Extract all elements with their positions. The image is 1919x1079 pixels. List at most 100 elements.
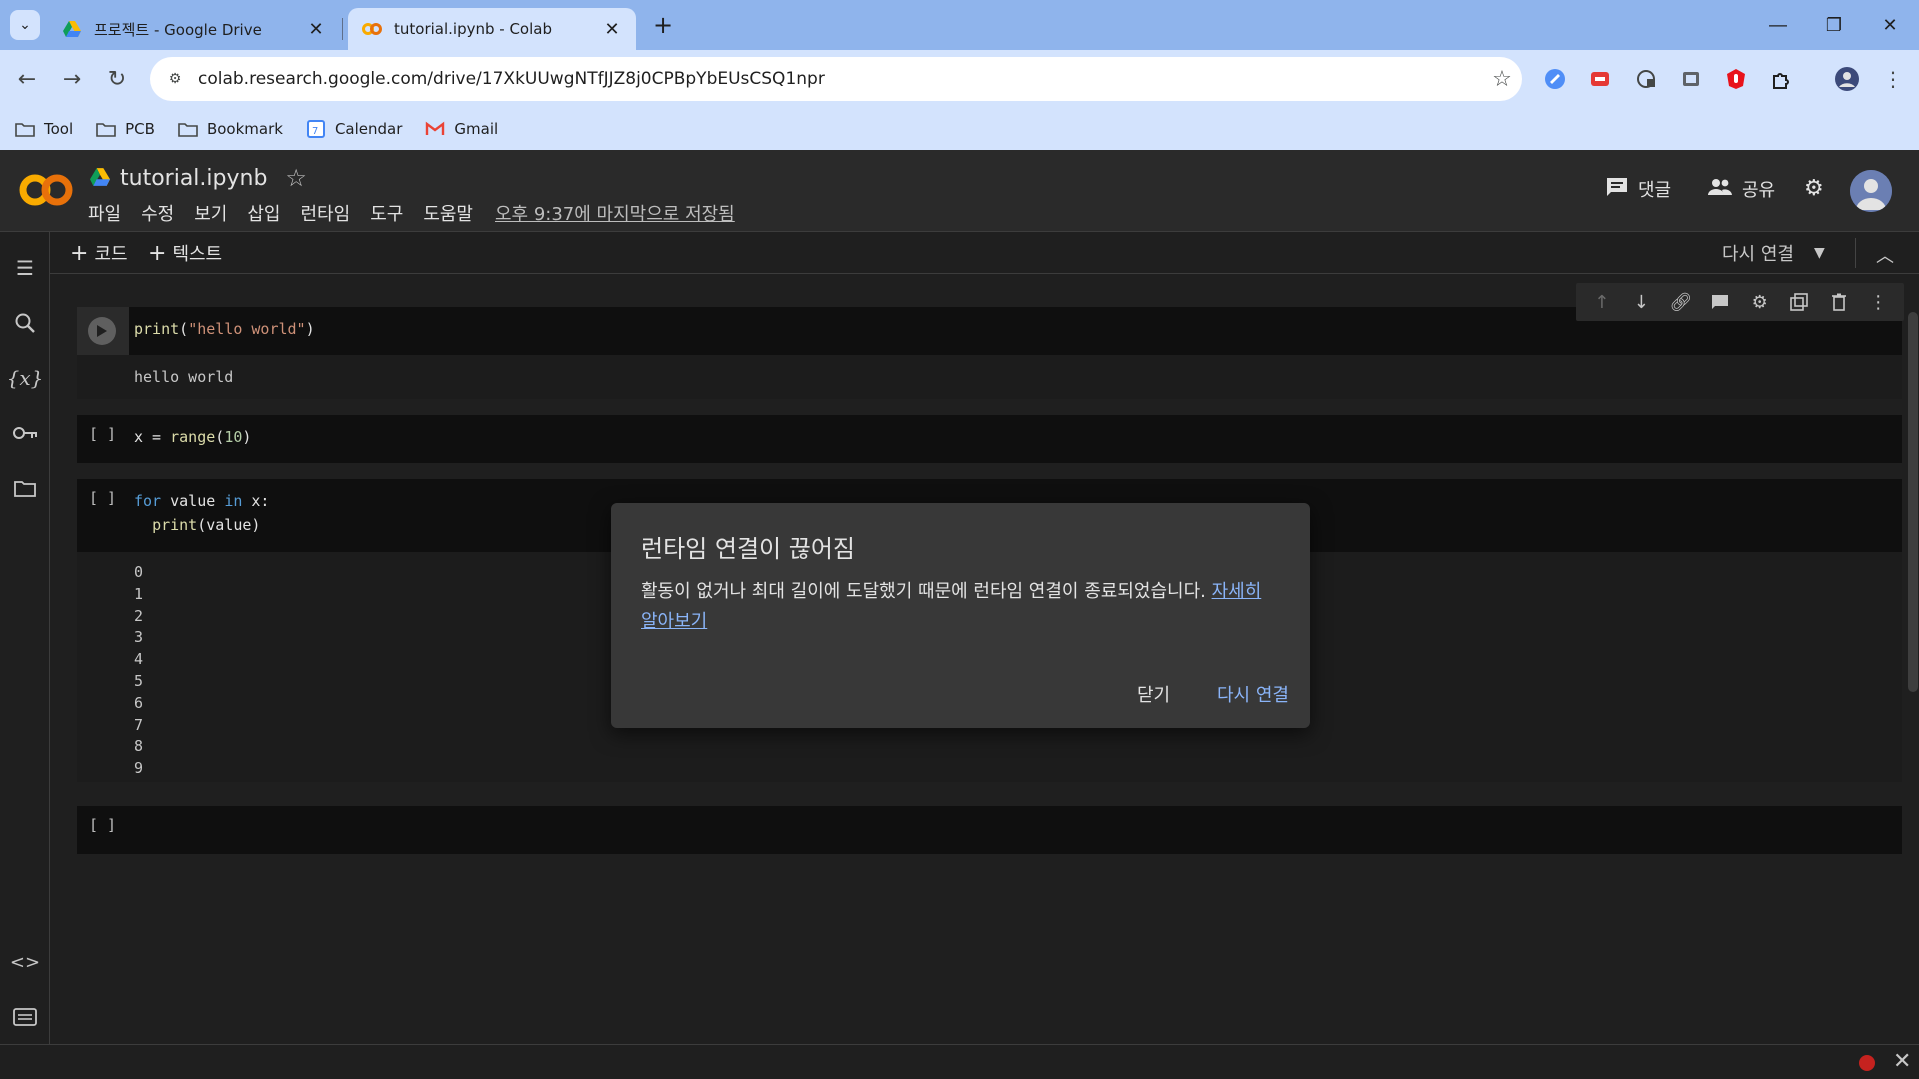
left-sidebar: ☰ {x} <> xyxy=(0,232,50,1044)
search-icon[interactable] xyxy=(11,309,39,337)
more-vert-icon[interactable]: ⋮ xyxy=(1865,289,1891,315)
extension-film-icon[interactable] xyxy=(1676,64,1706,94)
plus-icon: + xyxy=(148,240,167,266)
extensions-puzzle-icon[interactable] xyxy=(1766,64,1796,94)
move-up-arrow-icon[interactable]: ↑ xyxy=(1589,289,1615,315)
window-close-icon[interactable]: ✕ xyxy=(1862,0,1918,50)
bookmark-gmail[interactable]: Gmail xyxy=(424,120,498,138)
minimize-icon[interactable]: ― xyxy=(1750,0,1806,50)
dialog-title: 런타임 연결이 끊어짐 xyxy=(641,535,855,563)
cell-code[interactable]: print("hello world") xyxy=(134,317,315,341)
user-avatar[interactable] xyxy=(1850,170,1892,212)
dialog-reconnect-button[interactable]: 다시 연결 xyxy=(1217,681,1289,707)
browser-tab-strip: ⌄ 프로젝트 - Google Drive ✕ tutorial.ipynb -… xyxy=(0,0,1919,50)
caret-down-icon[interactable]: ▼ xyxy=(1814,245,1825,261)
site-info-icon[interactable]: ⚙ xyxy=(162,66,188,92)
add-code-label: 코드 xyxy=(94,244,128,265)
bookmark-label: Calendar xyxy=(334,120,403,138)
close-icon[interactable]: ✕ xyxy=(1893,1049,1911,1074)
table-of-contents-icon[interactable]: ☰ xyxy=(11,254,39,282)
tab-title: 프로젝트 - Google Drive xyxy=(94,20,262,39)
variables-icon[interactable]: {x} xyxy=(7,364,44,392)
add-text-button[interactable]: + 텍스트 xyxy=(148,240,222,266)
code-cell-2[interactable]: [ ] x = range(10) xyxy=(77,415,1902,463)
play-icon xyxy=(97,325,107,337)
dialog-close-button[interactable]: 닫기 xyxy=(1137,681,1170,707)
menu-insert[interactable]: 삽입 xyxy=(247,200,280,226)
reload-icon[interactable]: ↻ xyxy=(100,62,134,96)
menu-file[interactable]: 파일 xyxy=(88,200,121,226)
comment-icon xyxy=(1606,177,1628,202)
browser-tab-drive[interactable]: 프로젝트 - Google Drive ✕ xyxy=(48,8,340,50)
delete-trash-icon[interactable] xyxy=(1826,289,1852,315)
folder-icon xyxy=(177,120,199,138)
toolbar-divider xyxy=(1855,238,1856,268)
reconnect-button[interactable]: 다시 연결 ▼ xyxy=(1722,240,1825,266)
share-label: 공유 xyxy=(1742,180,1776,201)
output-text: hello world xyxy=(134,368,234,386)
google-calendar-icon: 7 xyxy=(305,120,327,138)
cell-code[interactable]: x = range(10) xyxy=(134,425,251,449)
url-text[interactable]: colab.research.google.com/drive/17XkUUwg… xyxy=(198,69,1482,89)
move-down-arrow-icon[interactable]: ↓ xyxy=(1628,289,1654,315)
bookmark-label: Bookmark xyxy=(206,120,283,138)
adblock-icon[interactable] xyxy=(1721,64,1751,94)
browser-menu-icon[interactable]: ⋮ xyxy=(1878,64,1908,94)
share-button[interactable]: 공유 xyxy=(1708,176,1775,202)
menu-runtime[interactable]: 런타임 xyxy=(301,200,351,226)
close-icon[interactable]: ✕ xyxy=(306,19,326,40)
chevron-down-icon: ⌄ xyxy=(19,17,31,33)
restore-icon[interactable]: ❐ xyxy=(1806,0,1862,50)
menu-help[interactable]: 도움말 xyxy=(423,200,473,226)
profile-avatar-icon[interactable] xyxy=(1832,64,1862,94)
bookmark-pcb[interactable]: PCB xyxy=(95,120,155,138)
forward-arrow-icon[interactable]: → xyxy=(55,62,89,96)
people-icon xyxy=(1708,178,1732,201)
browser-tab-colab[interactable]: tutorial.ipynb - Colab ✕ xyxy=(348,8,636,50)
secrets-key-icon[interactable] xyxy=(11,419,39,447)
comments-button[interactable]: 댓글 xyxy=(1606,176,1671,202)
folder-icon xyxy=(95,120,117,138)
code-snippets-icon[interactable]: <> xyxy=(10,948,40,976)
add-code-button[interactable]: + 코드 xyxy=(70,240,128,266)
tab-search-button[interactable]: ⌄ xyxy=(10,10,40,40)
bookmark-bookmark[interactable]: Bookmark xyxy=(177,120,283,138)
bookmark-label: PCB xyxy=(125,120,155,138)
google-drive-icon[interactable] xyxy=(90,168,112,188)
chevron-up-icon[interactable]: ︿ xyxy=(1876,242,1894,268)
extension-red-icon[interactable] xyxy=(1585,64,1615,94)
colab-logo-icon[interactable] xyxy=(18,170,74,210)
close-icon[interactable]: ✕ xyxy=(602,19,622,40)
menu-edit[interactable]: 수정 xyxy=(141,200,174,226)
last-saved-link[interactable]: 오후 9:37에 마지막으로 저장됨 xyxy=(495,200,735,226)
code-cell-4[interactable]: [ ] xyxy=(77,806,1902,854)
mirror-cell-icon[interactable] xyxy=(1786,289,1812,315)
notebook-scrollbar[interactable] xyxy=(1906,274,1918,1044)
back-arrow-icon[interactable]: ← xyxy=(10,62,44,96)
bookmark-calendar[interactable]: 7 Calendar xyxy=(305,120,402,138)
cell-settings-gear-icon[interactable]: ⚙ xyxy=(1747,289,1773,315)
menu-view[interactable]: 보기 xyxy=(194,200,227,226)
bookmark-star-icon[interactable]: ☆ xyxy=(1482,67,1522,92)
new-tab-plus-icon[interactable]: + xyxy=(648,10,678,40)
notebook-title[interactable]: tutorial.ipynb xyxy=(120,166,267,191)
extension-lock-icon[interactable] xyxy=(1631,64,1661,94)
address-bar[interactable]: ⚙ colab.research.google.com/drive/17XkUU… xyxy=(150,57,1522,101)
runtime-status-error-icon[interactable] xyxy=(1859,1055,1875,1071)
colab-header: tutorial.ipynb ☆ 파일 수정 보기 삽입 런타임 도구 도움말 … xyxy=(0,150,1919,232)
bookmark-tool[interactable]: Tool xyxy=(14,120,73,138)
run-cell-button[interactable] xyxy=(88,317,116,345)
star-icon[interactable]: ☆ xyxy=(285,164,307,192)
tab-separator xyxy=(342,18,343,40)
scrollbar-thumb[interactable] xyxy=(1908,312,1918,692)
comment-icon[interactable] xyxy=(1707,289,1733,315)
dialog-body: 활동이 없거나 최대 길이에 도달했기 때문에 런타임 연결이 종료되었습니다.… xyxy=(641,577,1281,637)
notebook-toolbar: + 코드 + 텍스트 다시 연결 ▼ ︿ xyxy=(50,232,1919,274)
extension-blue-icon[interactable] xyxy=(1540,64,1570,94)
cell-code[interactable]: for value in x: print(value) xyxy=(134,489,269,537)
settings-gear-icon[interactable]: ⚙ xyxy=(1804,176,1824,201)
files-folder-icon[interactable] xyxy=(11,474,39,502)
link-icon[interactable]: 🔗︎ xyxy=(1668,289,1694,315)
command-palette-icon[interactable] xyxy=(11,1003,39,1031)
menu-tools[interactable]: 도구 xyxy=(370,200,403,226)
